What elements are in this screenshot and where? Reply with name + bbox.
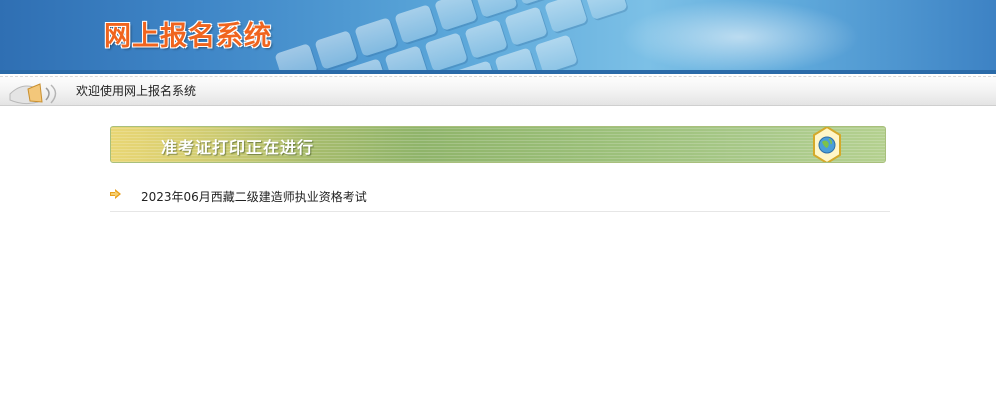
list-item: 2023年06月西藏二级建造师执业资格考试 — [110, 181, 890, 212]
globe-badge-icon — [813, 127, 841, 162]
arrow-bullet-icon — [110, 189, 121, 199]
exam-list: 2023年06月西藏二级建造师执业资格考试 — [110, 181, 890, 212]
welcome-text: 欢迎使用网上报名系统 — [76, 84, 197, 98]
welcome-bar: 欢迎使用网上报名系统 — [0, 74, 996, 106]
exam-link[interactable]: 2023年06月西藏二级建造师执业资格考试 — [141, 188, 367, 205]
banner-glow — [620, 0, 860, 74]
section-title: 准考证打印正在进行 — [161, 138, 315, 157]
banner-title: 网上报名系统 — [104, 21, 272, 52]
top-banner: 网上报名系统 — [0, 0, 996, 74]
dotted-divider — [0, 76, 996, 77]
speaker-icon — [9, 83, 57, 105]
section-header: 准考证打印正在进行 — [110, 126, 886, 163]
main-content: 准考证打印正在进行 2023年06月西藏二级建造师执业资格考试 — [110, 126, 890, 212]
